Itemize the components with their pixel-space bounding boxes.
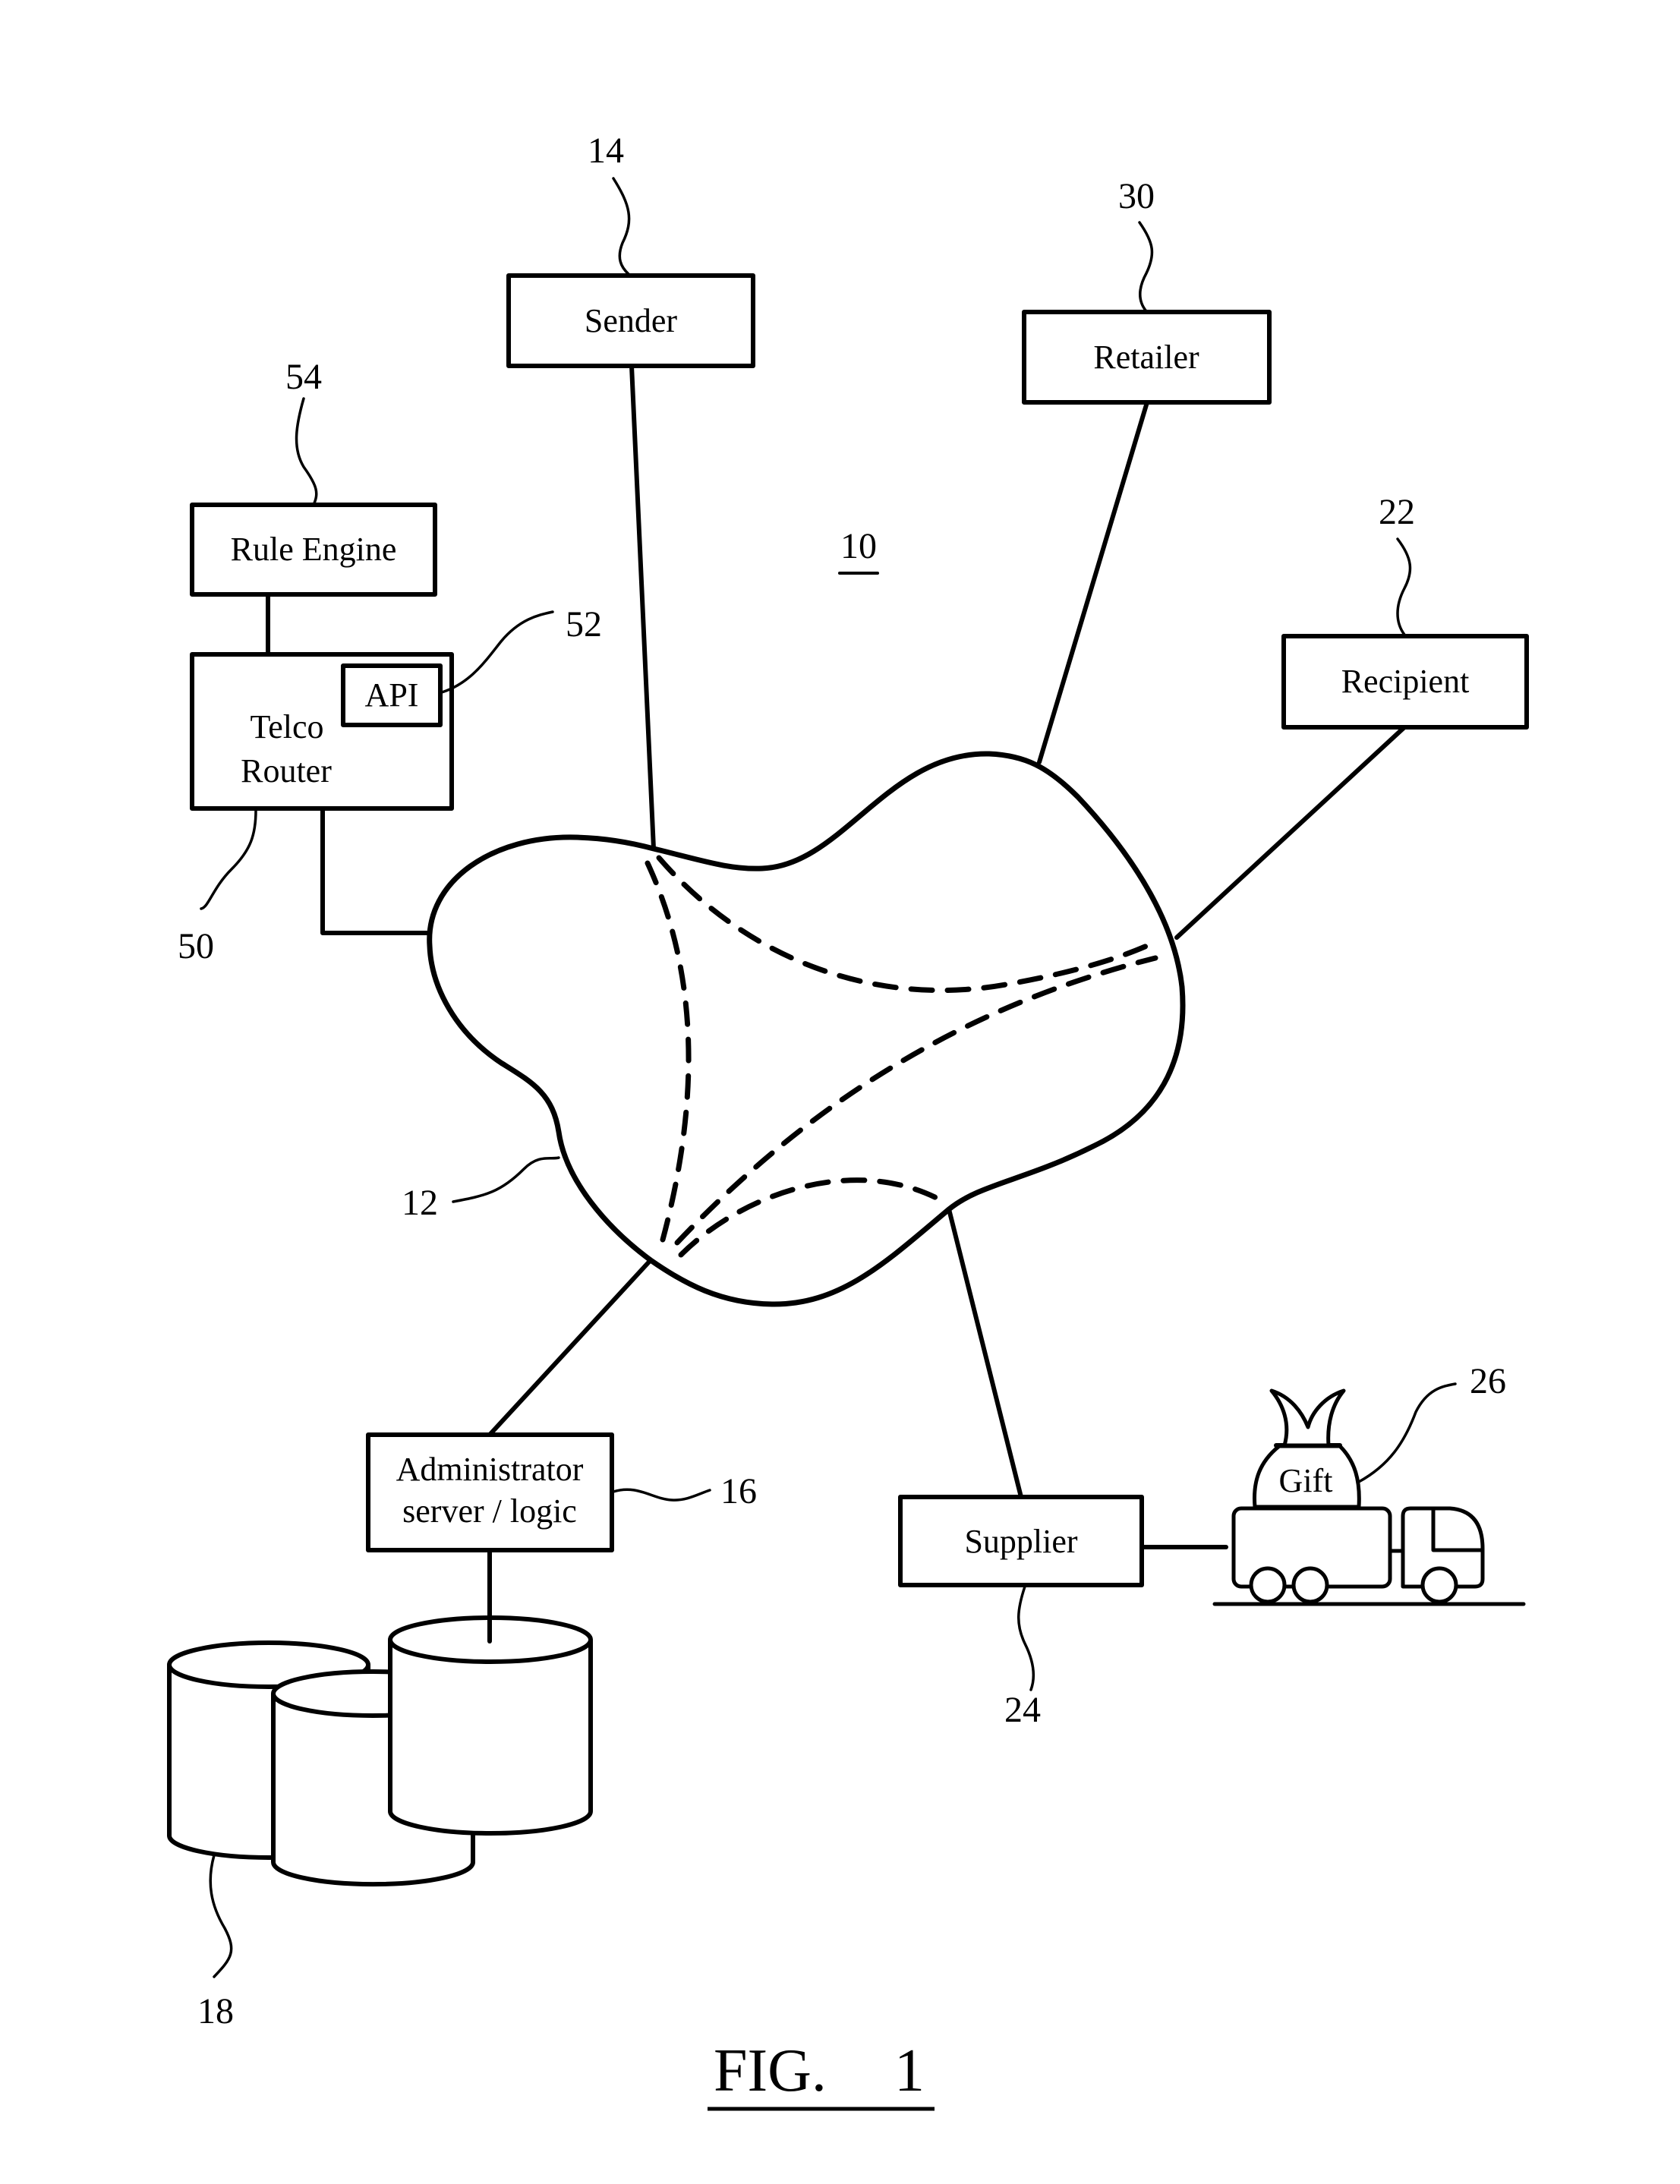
- network-leader: [452, 1156, 560, 1203]
- network-cloud: [427, 751, 1186, 1307]
- telco-router-label-line1: Telco: [250, 708, 323, 745]
- gift-ref: 26: [1470, 1361, 1506, 1401]
- network-ref: 12: [402, 1183, 438, 1223]
- recipient-label: Recipient: [1341, 663, 1470, 700]
- api-ref: 52: [566, 604, 602, 644]
- database-cylinder-front: [388, 1615, 593, 1836]
- telco-network-link: [320, 806, 433, 935]
- figure-number: 1: [894, 2037, 925, 2104]
- database-ref: 18: [197, 1991, 234, 2031]
- supplier-ref: 24: [1004, 1690, 1041, 1730]
- admin-network-link: [487, 1258, 653, 1437]
- api-label: API: [365, 676, 419, 714]
- system-ref: 10: [840, 526, 877, 566]
- gift-leader: [1357, 1382, 1457, 1483]
- retailer-leader: [1138, 221, 1154, 313]
- recipient-leader: [1396, 537, 1412, 636]
- supplier-leader: [1017, 1585, 1035, 1691]
- gift-label: Gift: [1279, 1462, 1333, 1499]
- telco-router-ref: 50: [178, 926, 214, 966]
- supplier-label: Supplier: [964, 1523, 1077, 1560]
- administrator-leader: [612, 1488, 711, 1502]
- rule-engine-label: Rule Engine: [231, 531, 397, 568]
- supplier-network-link: [947, 1207, 1023, 1499]
- truck-wheel: [1420, 1566, 1458, 1604]
- recipient-ref: 22: [1379, 492, 1415, 532]
- administrator-label-line1: Administrator: [396, 1451, 584, 1488]
- telco-router-label-line2: Router: [241, 752, 332, 789]
- figure-caption: FIG.: [714, 2037, 827, 2104]
- sender-ref: 14: [588, 131, 624, 171]
- rule-engine-leader: [295, 397, 318, 506]
- truck-wheel: [1249, 1566, 1287, 1604]
- database-leader: [209, 1854, 233, 1978]
- recipient-network-link: [1174, 725, 1407, 940]
- telco-router-leader: [200, 808, 257, 910]
- sender-leader: [612, 177, 631, 276]
- patent-figure: Sender 14 Retailer 30 Recipient 22 10 Ru…: [167, 131, 1529, 2111]
- retailer-label: Retailer: [1093, 339, 1199, 376]
- sender-label: Sender: [585, 302, 678, 339]
- sender-network-link: [629, 364, 656, 851]
- administrator-label-line2: server / logic: [402, 1492, 577, 1530]
- retailer-ref: 30: [1118, 176, 1155, 216]
- delivery-truck-icon: [1212, 1506, 1526, 1606]
- api-leader: [440, 610, 554, 694]
- administrator-ref: 16: [720, 1471, 757, 1511]
- truck-wheel: [1291, 1566, 1329, 1604]
- retailer-network-link: [1037, 400, 1149, 764]
- rule-engine-ref: 54: [285, 357, 322, 397]
